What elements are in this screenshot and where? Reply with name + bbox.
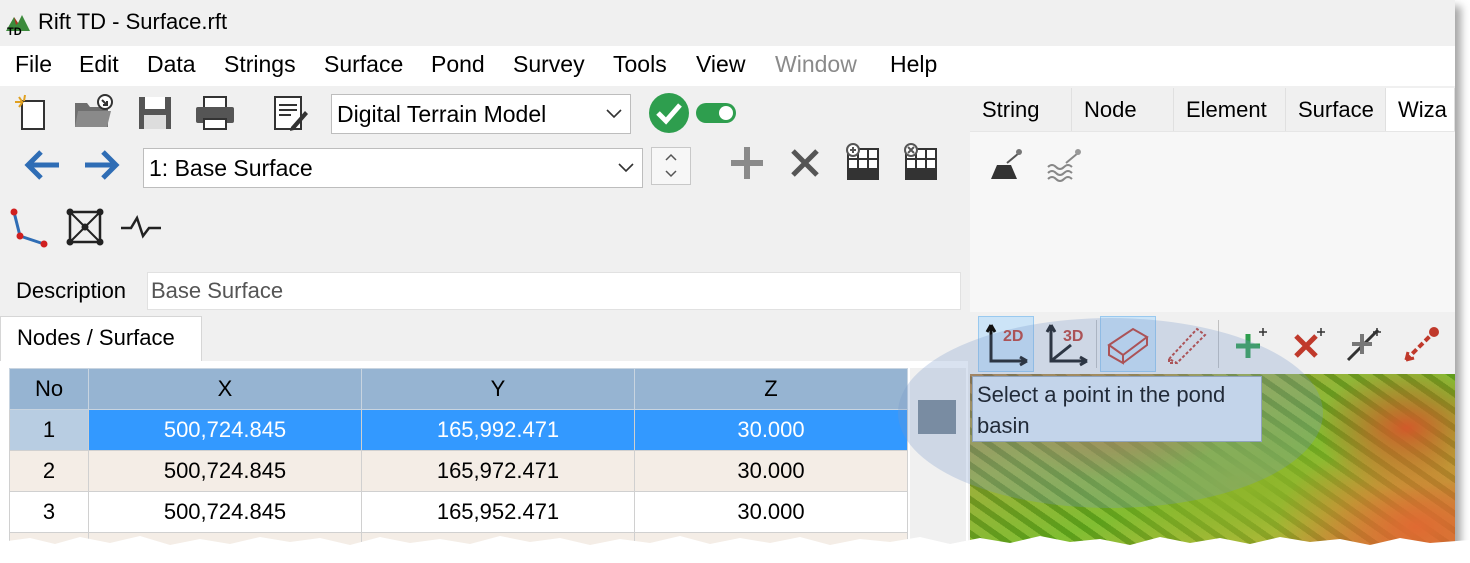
wizard-panel xyxy=(970,131,1455,312)
polyline-icon[interactable] xyxy=(6,204,52,250)
triangle-mesh-icon[interactable] xyxy=(62,204,108,250)
view-3d-label: 3D xyxy=(1063,328,1083,345)
menu-help[interactable]: Help xyxy=(890,51,937,78)
cell-y[interactable]: 165,972.471 xyxy=(361,450,635,492)
tab-node[interactable]: Node xyxy=(1072,88,1174,132)
menu-view[interactable]: View xyxy=(696,51,745,78)
tab-element[interactable]: Element xyxy=(1174,88,1286,132)
edit-notes-icon[interactable] xyxy=(266,90,312,136)
table-row[interactable]: 2 500,724.845 165,972.471 30.000 xyxy=(9,450,908,492)
column-header-x[interactable]: X xyxy=(88,368,362,410)
nodes-table: No X Y Z 1 500,724.845 165,992.471 30.00… xyxy=(9,368,908,548)
toolbar-separator xyxy=(1096,320,1097,368)
tab-surface[interactable]: Surface xyxy=(1286,88,1386,132)
spin-up-icon[interactable] xyxy=(665,153,677,161)
menu-pond[interactable]: Pond xyxy=(431,51,485,78)
toggle-switch-icon[interactable] xyxy=(694,90,738,136)
toolbar-separator xyxy=(1218,320,1219,368)
view-3d-icon[interactable]: 3D xyxy=(1038,316,1094,372)
remove-grid-icon[interactable] xyxy=(898,140,944,186)
menu-bar: File Edit Data Strings Surface Pond Surv… xyxy=(0,46,1455,86)
cell-x[interactable]: 500,724.845 xyxy=(88,409,362,451)
pond-volume-icon[interactable] xyxy=(982,142,1028,188)
tab-string[interactable]: String xyxy=(970,88,1072,132)
chevron-down-icon xyxy=(618,163,634,173)
torn-edge xyxy=(0,536,1470,563)
column-header-y[interactable]: Y xyxy=(361,368,635,410)
wire-box-icon[interactable] xyxy=(1158,316,1214,372)
print-icon[interactable] xyxy=(192,90,238,136)
table-row[interactable]: 3 500,724.845 165,952.471 30.000 xyxy=(9,491,908,533)
model-select-value: Digital Terrain Model xyxy=(337,100,547,127)
scrollbar-thumb[interactable] xyxy=(918,400,956,434)
view-2d-icon[interactable]: 2D xyxy=(978,316,1034,372)
table-row[interactable]: 1 500,724.845 165,992.471 30.000 xyxy=(9,409,908,451)
view-2d-label: 2D xyxy=(1003,328,1023,345)
description-label: Description xyxy=(16,278,127,303)
grid-scrollbar[interactable] xyxy=(910,368,966,548)
menu-file[interactable]: File xyxy=(15,51,52,78)
pond-water-level-icon[interactable] xyxy=(1040,142,1086,188)
menu-window: Window xyxy=(775,51,857,77)
cell-z[interactable]: 30.000 xyxy=(634,409,908,451)
add-icon[interactable] xyxy=(724,140,770,186)
pick-point-arrow-icon[interactable] xyxy=(1394,316,1450,372)
menu-strings[interactable]: Strings xyxy=(224,51,296,78)
delete-point-icon[interactable] xyxy=(1280,316,1336,372)
add-grid-icon[interactable] xyxy=(840,140,886,186)
back-arrow-icon[interactable] xyxy=(20,142,66,188)
surface-select[interactable]: 1: Base Surface xyxy=(143,148,643,188)
row-number[interactable]: 2 xyxy=(9,450,89,492)
title-bar: TD Rift TD - Surface.rft xyxy=(0,0,1455,46)
new-file-icon[interactable] xyxy=(10,90,56,136)
surface-spinner xyxy=(651,147,691,185)
menu-edit[interactable]: Edit xyxy=(79,51,119,78)
surface-select-value: 1: Base Surface xyxy=(149,154,313,181)
forward-arrow-icon[interactable] xyxy=(78,142,124,188)
window-title: Rift TD - Surface.rft xyxy=(38,9,228,34)
profile-line-icon[interactable] xyxy=(118,204,164,250)
cell-y[interactable]: 165,952.471 xyxy=(361,491,635,533)
right-tabstrip: String Node Element Surface Wiza xyxy=(970,88,1455,132)
menu-surface[interactable]: Surface xyxy=(324,51,403,78)
table-header: No X Y Z xyxy=(9,368,908,410)
chevron-down-icon xyxy=(606,109,622,119)
cell-z[interactable]: 30.000 xyxy=(634,450,908,492)
menu-survey[interactable]: Survey xyxy=(513,51,585,78)
delete-icon[interactable] xyxy=(782,140,828,186)
tooltip: Select a point in the pond basin xyxy=(972,376,1262,442)
rift-td-logo-icon: TD xyxy=(6,15,30,37)
tab-wizard[interactable]: Wiza xyxy=(1386,88,1455,132)
spin-down-icon[interactable] xyxy=(665,170,677,178)
svg-text:TD: TD xyxy=(7,26,22,37)
save-icon[interactable] xyxy=(132,90,178,136)
open-folder-icon[interactable] xyxy=(70,90,116,136)
cell-x[interactable]: 500,724.845 xyxy=(88,491,362,533)
row-number[interactable]: 3 xyxy=(9,491,89,533)
menu-data[interactable]: Data xyxy=(147,51,196,78)
solid-box-icon[interactable] xyxy=(1100,316,1156,372)
menu-tools[interactable]: Tools xyxy=(613,51,667,78)
cell-y[interactable]: 165,992.471 xyxy=(361,409,635,451)
add-point-icon[interactable] xyxy=(1222,316,1278,372)
column-header-z[interactable]: Z xyxy=(634,368,908,410)
description-input[interactable]: Base Surface xyxy=(147,272,961,310)
column-header-no[interactable]: No xyxy=(9,368,89,410)
model-select[interactable]: Digital Terrain Model xyxy=(331,94,631,134)
insert-point-icon[interactable] xyxy=(1336,316,1392,372)
cell-z[interactable]: 30.000 xyxy=(634,491,908,533)
row-number[interactable]: 1 xyxy=(9,409,89,451)
cell-x[interactable]: 500,724.845 xyxy=(88,450,362,492)
app-window: TD Rift TD - Surface.rft File Edit Data … xyxy=(0,0,1455,548)
green-check-icon[interactable] xyxy=(646,90,692,136)
tab-nodes-surface[interactable]: Nodes / Surface xyxy=(0,316,202,362)
